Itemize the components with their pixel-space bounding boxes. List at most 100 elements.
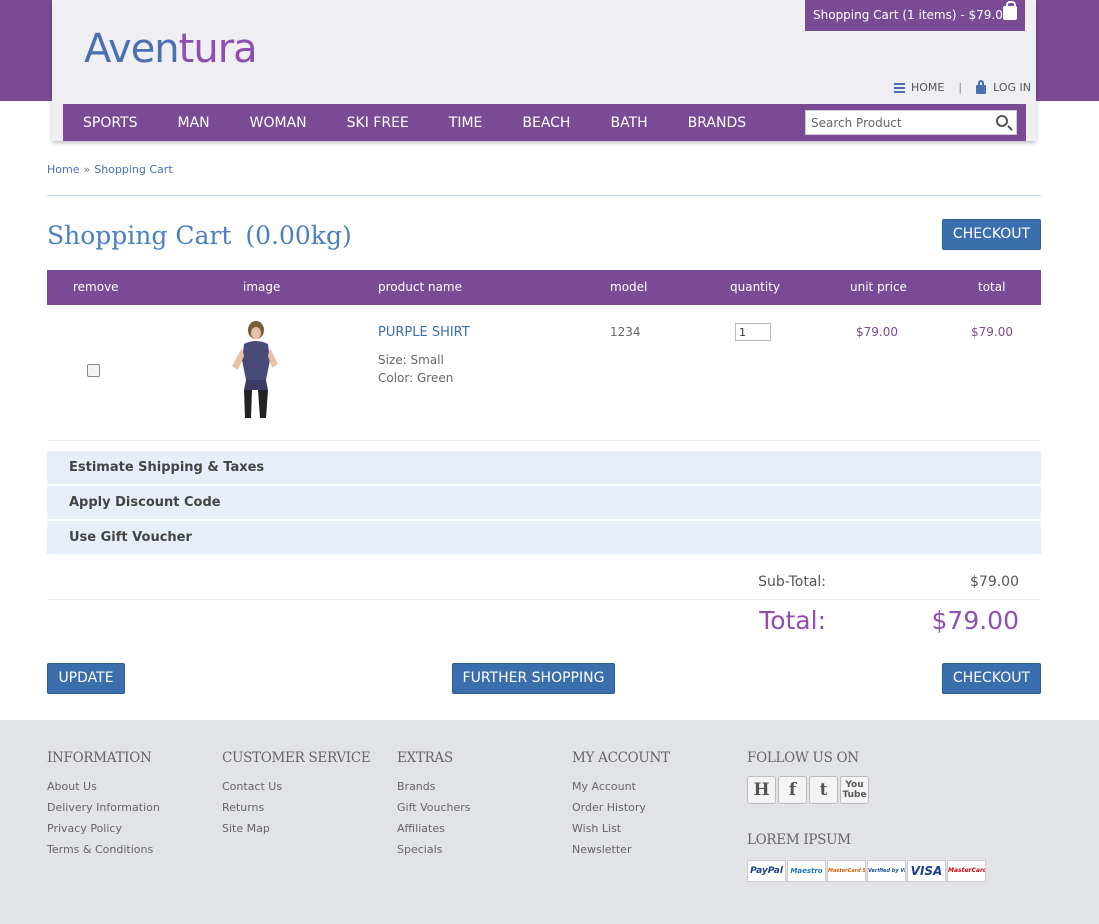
divider — [47, 195, 1041, 196]
footer-link-contact[interactable]: Contact Us — [222, 780, 370, 801]
footer-extras: EXTRAS Brands Gift Vouchers Affiliates S… — [397, 750, 470, 864]
logo-part2: tura — [178, 26, 258, 72]
footer-link-affiliates[interactable]: Affiliates — [397, 822, 470, 843]
header-model: model — [610, 280, 648, 294]
header-unit-price: unit price — [850, 280, 907, 294]
footer-link-terms[interactable]: Terms & Conditions — [47, 843, 160, 864]
footer-link-returns[interactable]: Returns — [222, 801, 370, 822]
logo-part1: Aven — [84, 26, 180, 72]
facebook-icon[interactable]: f — [778, 776, 807, 804]
footer-my-account: MY ACCOUNT My Account Order History Wish… — [572, 750, 670, 864]
footer-link-site-map[interactable]: Site Map — [222, 822, 370, 843]
login-link[interactable]: LOG IN — [993, 81, 1031, 94]
breadcrumb: Home » Shopping Cart — [47, 163, 173, 176]
row-total: $79.00 — [971, 325, 1013, 339]
search-icon[interactable] — [996, 115, 1008, 127]
nav-item-bath[interactable]: BATH — [590, 115, 667, 131]
subtotal-value: $79.00 — [970, 574, 1019, 590]
cart-table-header: remove image product name model quantity… — [47, 270, 1041, 305]
footer-link-my-account[interactable]: My Account — [572, 780, 670, 801]
header-product-name: product name — [378, 280, 462, 294]
unit-price: $79.00 — [856, 325, 898, 339]
nav-item-man[interactable]: MAN — [158, 115, 230, 131]
product-option-size: Size: Small — [378, 353, 444, 367]
search-box — [805, 110, 1017, 135]
nav-item-woman[interactable]: WOMAN — [230, 115, 327, 131]
discount-code-section[interactable]: Apply Discount Code — [47, 486, 1041, 520]
header-image: image — [243, 280, 281, 294]
checkout-button-bottom[interactable]: CHECKOUT — [942, 663, 1041, 694]
cart-totals: Sub-Total: $79.00 Total: $79.00 — [47, 556, 1041, 646]
lock-icon — [976, 79, 987, 94]
footer-link-order-history[interactable]: Order History — [572, 801, 670, 822]
top-links-separator: | — [958, 81, 963, 94]
footer-link-brands[interactable]: Brands — [397, 780, 470, 801]
site-logo[interactable]: Aventura — [84, 26, 258, 72]
twitter-icon[interactable]: t — [809, 776, 838, 804]
header-quantity: quantity — [730, 280, 781, 294]
nav-item-beach[interactable]: BEACH — [502, 115, 590, 131]
shopping-bag-icon — [1003, 1, 1017, 20]
page-title: Shopping Cart (0.00kg) — [47, 221, 352, 250]
further-shopping-button[interactable]: FURTHER SHOPPING — [452, 663, 615, 694]
remove-checkbox[interactable] — [87, 364, 100, 377]
footer-heading: CUSTOMER SERVICE — [222, 750, 371, 766]
total-label: Total: — [759, 606, 826, 635]
footer-heading: FOLLOW US ON — [747, 750, 859, 766]
subtotal-label: Sub-Total: — [758, 574, 826, 590]
nav-items: SPORTS MAN WOMAN SKI FREE TIME BEACH BAT… — [63, 104, 766, 141]
total-value: $79.00 — [931, 606, 1019, 635]
payment-icons: PayPal Maestro MasterCard SecureCode Ver… — [747, 860, 986, 882]
page-title-text: Shopping Cart — [47, 221, 232, 250]
footer-heading: EXTRAS — [397, 750, 453, 766]
hi5-icon[interactable]: H — [747, 776, 776, 804]
main-nav: SPORTS MAN WOMAN SKI FREE TIME BEACH BAT… — [63, 104, 1026, 141]
nav-item-brands[interactable]: BRANDS — [668, 115, 766, 131]
mastercard-securecode-icon: MasterCard SecureCode — [827, 860, 866, 882]
product-name-link[interactable]: PURPLE SHIRT — [378, 325, 470, 340]
breadcrumb-current[interactable]: Shopping Cart — [94, 163, 172, 176]
mini-cart-summary: Shopping Cart (1 items) - $79.00 — [813, 8, 1011, 22]
nav-item-ski-free[interactable]: SKI FREE — [327, 115, 429, 131]
breadcrumb-home[interactable]: Home — [47, 163, 79, 176]
footer-link-privacy[interactable]: Privacy Policy — [47, 822, 160, 843]
product-model: 1234 — [610, 325, 641, 339]
footer-follow: FOLLOW US ON H f t You Tube LOREM IPSUM … — [747, 750, 986, 882]
paypal-icon: PayPal — [747, 860, 786, 882]
nav-item-time[interactable]: TIME — [429, 115, 503, 131]
footer-heading: LOREM IPSUM — [747, 832, 851, 848]
footer-heading: INFORMATION — [47, 750, 152, 766]
top-links: HOME | LOG IN — [894, 79, 1031, 94]
quantity-input[interactable] — [735, 323, 771, 341]
verified-by-visa-icon: Verified by VISA — [867, 860, 906, 882]
footer-link-specials[interactable]: Specials — [397, 843, 470, 864]
home-link[interactable]: HOME — [911, 81, 944, 94]
visa-icon: VISA — [907, 860, 946, 882]
footer-link-about-us[interactable]: About Us — [47, 780, 160, 801]
nav-item-sports[interactable]: SPORTS — [63, 115, 158, 131]
header-total: total — [978, 280, 1006, 294]
mini-cart[interactable]: Shopping Cart (1 items) - $79.00 — [805, 0, 1025, 31]
maestro-icon: Maestro — [787, 860, 826, 882]
gift-voucher-section[interactable]: Use Gift Voucher — [47, 521, 1041, 555]
update-button[interactable]: UPDATE — [47, 663, 125, 694]
youtube-icon[interactable]: You Tube — [840, 776, 869, 804]
footer-heading: MY ACCOUNT — [572, 750, 670, 766]
social-icons: H f t You Tube — [747, 776, 986, 804]
mastercard-icon: MasterCard — [947, 860, 986, 882]
footer-link-gift-vouchers[interactable]: Gift Vouchers — [397, 801, 470, 822]
footer-information: INFORMATION About Us Delivery Informatio… — [47, 750, 160, 864]
checkout-button-top[interactable]: CHECKOUT — [942, 219, 1041, 250]
estimate-shipping-section[interactable]: Estimate Shipping & Taxes — [47, 451, 1041, 485]
footer-link-delivery[interactable]: Delivery Information — [47, 801, 160, 822]
product-image[interactable] — [226, 320, 288, 420]
footer: INFORMATION About Us Delivery Informatio… — [0, 720, 1099, 924]
header-remove: remove — [73, 280, 119, 294]
list-icon — [894, 82, 905, 93]
totals-divider — [47, 599, 1041, 600]
footer-link-newsletter[interactable]: Newsletter — [572, 843, 670, 864]
cart-weight: (0.00kg) — [245, 221, 352, 250]
search-input[interactable] — [806, 111, 986, 134]
product-option-color: Color: Green — [378, 371, 454, 385]
footer-link-wish-list[interactable]: Wish List — [572, 822, 670, 843]
